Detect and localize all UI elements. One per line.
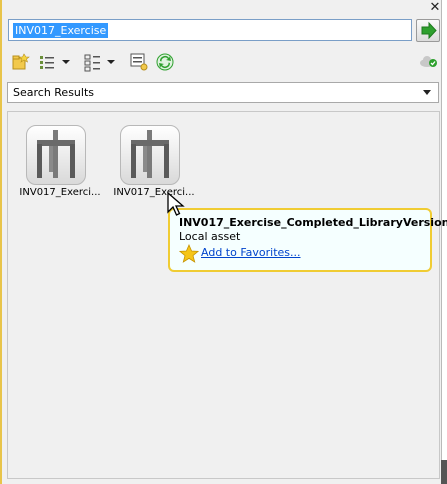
panel-frame-left xyxy=(0,0,2,484)
asset-label: INV017_Exerci... xyxy=(19,187,101,198)
new-folder-icon xyxy=(12,53,30,70)
tooltip-subtitle: Local asset xyxy=(179,230,241,243)
go-arrow-icon xyxy=(421,21,437,40)
search-input[interactable]: INV017_Exercise xyxy=(8,19,412,41)
tooltip-title: INV017_Exercise_Completed_LibraryVersion xyxy=(179,216,447,229)
asset-thumbnail xyxy=(26,125,86,185)
chevron-down-icon xyxy=(107,60,115,64)
asset-item[interactable]: INV017_Exerci... xyxy=(17,125,103,203)
mouse-cursor-icon xyxy=(167,192,185,216)
filter-button[interactable] xyxy=(83,52,103,72)
properties-icon xyxy=(130,53,148,71)
list-view-button[interactable] xyxy=(38,52,58,72)
close-icon[interactable]: ✕ xyxy=(428,1,442,15)
asset-thumbnail xyxy=(120,125,180,185)
view-select[interactable]: Search Results xyxy=(7,82,439,103)
search-go-button[interactable] xyxy=(416,19,440,42)
assembly-icon xyxy=(131,130,169,178)
asset-tooltip: INV017_Exercise_Completed_LibraryVersion… xyxy=(168,208,447,272)
chevron-down-icon xyxy=(423,90,431,95)
new-folder-button[interactable] xyxy=(11,52,31,72)
refresh-icon xyxy=(156,53,174,71)
cloud-status-icon xyxy=(420,56,437,67)
add-to-favorites-link[interactable]: Add to Favorites... xyxy=(201,246,301,259)
cloud-status[interactable] xyxy=(418,52,440,72)
chevron-down-icon xyxy=(62,60,70,64)
panel-frame-right xyxy=(441,0,447,484)
list-view-dropdown[interactable] xyxy=(61,52,71,72)
list-view-icon xyxy=(40,56,54,69)
filter-dropdown[interactable] xyxy=(106,52,116,72)
resize-grip[interactable] xyxy=(441,460,447,484)
refresh-button[interactable] xyxy=(155,52,175,72)
search-input-value: INV017_Exercise xyxy=(13,23,109,38)
filter-options-icon xyxy=(84,54,100,72)
assembly-icon xyxy=(37,130,75,178)
view-select-value: Search Results xyxy=(13,86,95,99)
star-icon xyxy=(179,244,199,263)
properties-button[interactable] xyxy=(129,52,149,72)
